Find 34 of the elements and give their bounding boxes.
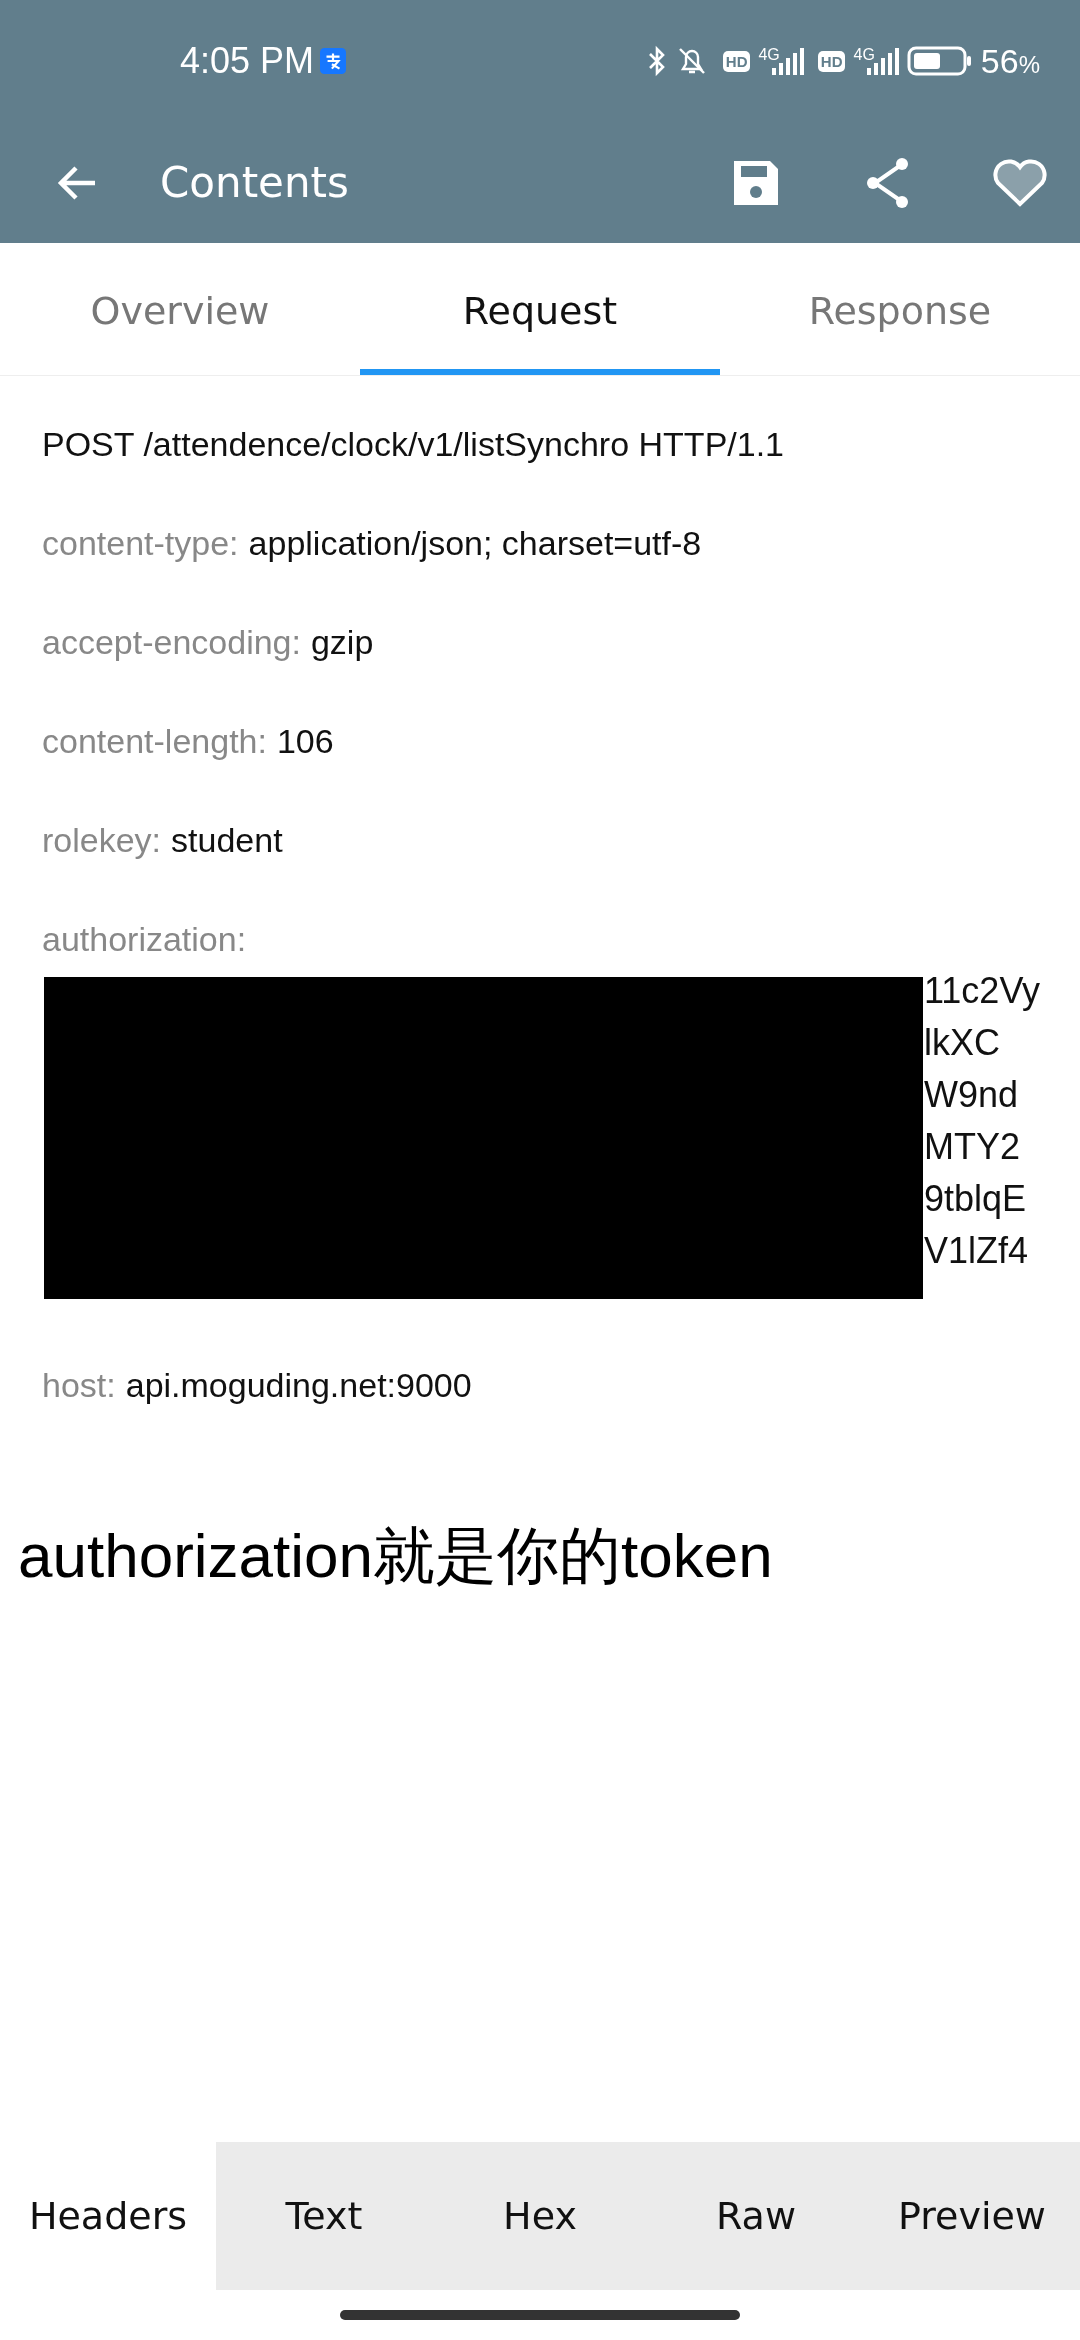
screen-title: Contents [160, 158, 349, 207]
view-tab[interactable]: Headers [0, 2142, 216, 2290]
token-text: 9tblqE [924, 1178, 1027, 1219]
tab[interactable]: Overview [0, 243, 360, 375]
hd-badge: HD [722, 50, 751, 72]
token-text: W9nd [924, 1074, 1019, 1115]
token-text: V1lZf4 [924, 1230, 1029, 1271]
heart-icon [991, 156, 1049, 209]
request-line: POST /attendence/clock/v1/listSynchro HTTP/1.1 [42, 424, 786, 465]
bluetooth-icon [646, 45, 667, 77]
tab[interactable]: Request [360, 243, 720, 375]
header-name: content-type: [42, 523, 239, 564]
token-text: 11c2Vy [924, 970, 1041, 1011]
caption-text: authorization就是你的token [18, 1520, 774, 1592]
network-type: 4G [758, 46, 780, 64]
battery-percent: 56% [980, 41, 1040, 81]
header-name: rolekey: [42, 820, 162, 861]
header-value: student [171, 820, 283, 861]
network-type: 4G [853, 46, 875, 64]
header-value: gzip [310, 622, 374, 663]
header-name: accept-encoding: [42, 622, 301, 663]
header-value: application/json; charset=utf-8 [248, 523, 702, 564]
token-text: MTY2 [924, 1126, 1020, 1167]
header-name: content-length: [42, 721, 267, 762]
tab[interactable]: Response [720, 243, 1080, 375]
header-value: api.moguding.net:9000 [125, 1365, 472, 1406]
header-name: authorization: [42, 919, 248, 960]
status-time: 4:05 PM [180, 40, 315, 82]
header-name: host: [42, 1365, 116, 1406]
hd-badge: HD [817, 50, 846, 72]
header-value: 106 [276, 721, 334, 762]
battery-icon [906, 45, 973, 77]
app-notification-icon [320, 48, 347, 74]
token-text: lkXC [924, 1022, 1000, 1063]
